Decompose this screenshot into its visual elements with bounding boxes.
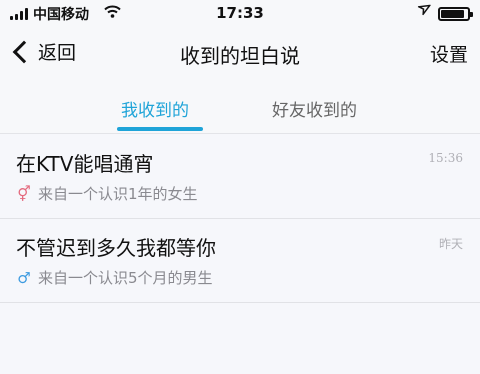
- message-sender: ♂ 来自一个认识5个月的男生: [16, 267, 213, 288]
- nav-bar: 返回 收到的坦白说 设置: [0, 28, 480, 80]
- message-sender: ⚥ 来自一个认识1年的女生: [16, 183, 198, 204]
- message-item[interactable]: 不管迟到多久我都等你 昨天 ♂ 来自一个认识5个月的男生: [0, 219, 480, 303]
- male-icon: ♂: [17, 268, 31, 287]
- battery-fill: [441, 10, 465, 18]
- message-list: 在KTV能唱通宵 15:36 ⚥ 来自一个认识1年的女生 不管迟到多久我都等你 …: [0, 135, 480, 303]
- message-time: 15:36: [428, 151, 463, 165]
- message-time: 昨天: [438, 237, 463, 251]
- tab-friends-received[interactable]: 好友收到的: [272, 96, 357, 121]
- battery-icon: [438, 7, 473, 21]
- sender-description: 来自一个认识1年的女生: [38, 185, 198, 203]
- message-item[interactable]: 在KTV能唱通宵 15:36 ⚥ 来自一个认识1年的女生: [0, 135, 480, 219]
- message-title: 不管迟到多久我都等你: [16, 236, 216, 260]
- message-title: 在KTV能唱通宵: [16, 152, 154, 176]
- settings-button[interactable]: 设置: [430, 40, 468, 67]
- status-time: 17:33: [216, 4, 264, 22]
- status-bar: 中国移动 17:33: [0, 0, 480, 28]
- sender-description: 来自一个认识5个月的男生: [38, 269, 213, 287]
- female-icon: ⚥: [17, 184, 31, 203]
- active-tab-indicator: [117, 127, 203, 131]
- page-title: 收到的坦白说: [180, 44, 300, 68]
- tab-received[interactable]: 我收到的: [121, 96, 189, 121]
- tab-bar: 我收到的 好友收到的: [0, 80, 480, 134]
